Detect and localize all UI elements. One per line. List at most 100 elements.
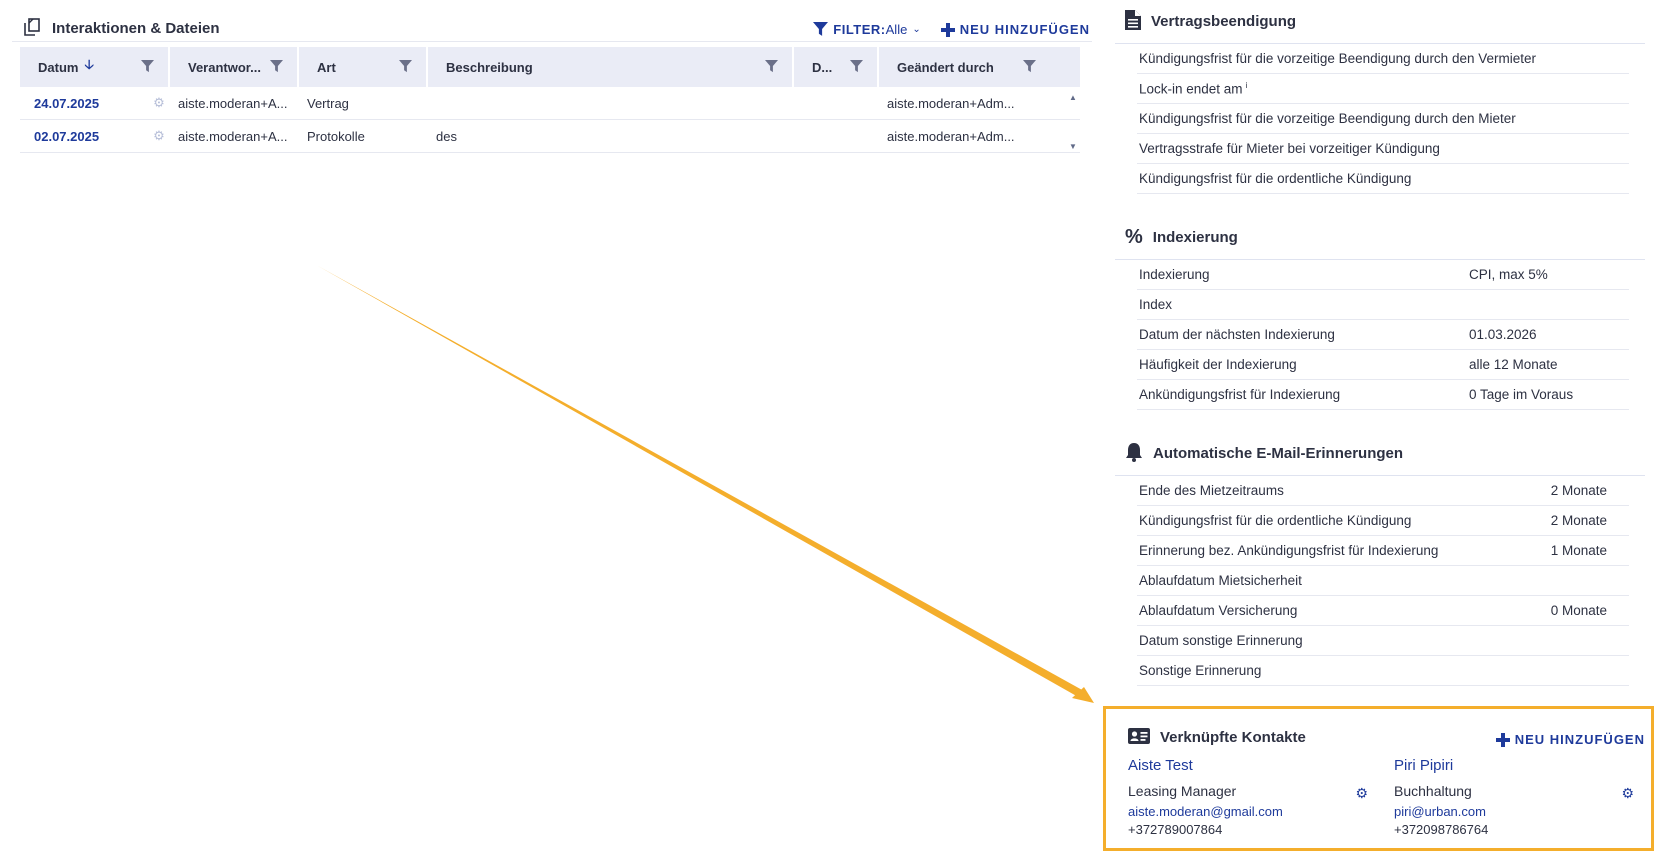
row-changed-by: aiste.moderan+Adm... xyxy=(887,95,1015,111)
column-type[interactable]: Art xyxy=(299,47,428,87)
item-label: Ablaufdatum Mietsicherheit xyxy=(1139,573,1302,588)
percent-icon: % xyxy=(1125,226,1143,248)
row-description: des xyxy=(436,128,457,144)
interactions-panel: Interaktionen & Dateien FILTER: Alle ⌄ NE… xyxy=(12,10,1092,153)
list-item: Sonstige Erinnerung xyxy=(1137,656,1629,686)
list-item: Häufigkeit der Indexierung alle 12 Monate xyxy=(1137,350,1629,380)
add-contact-button[interactable]: NEU HINZUFÜGEN xyxy=(1495,732,1645,747)
indexation-header: % Indexierung xyxy=(1115,216,1645,260)
sort-arrow-down-icon[interactable]: 🡣 xyxy=(84,56,93,78)
table-header: Datum 🡣 Verantwor... Art Beschreibung D.… xyxy=(20,47,1080,87)
list-item: Index xyxy=(1137,290,1629,320)
contact-email[interactable]: aiste.moderan@gmail.com xyxy=(1128,804,1368,822)
termination-header: Vertragsbeendigung xyxy=(1115,0,1645,44)
item-label: Kündigungsfrist für die ordentliche Künd… xyxy=(1139,171,1412,186)
item-value: 1 Monate xyxy=(1550,543,1607,558)
list-item: Kündigungsfrist für die vorzeitige Beend… xyxy=(1137,104,1629,134)
termination-title: Vertragsbeendigung xyxy=(1151,13,1297,30)
column-label: Beschreibung xyxy=(446,59,533,75)
row-settings-icon[interactable]: ⚙ xyxy=(140,128,170,144)
item-label: Ende des Mietzeitraums xyxy=(1139,483,1284,498)
row-date[interactable]: 02.07.2025 xyxy=(20,129,140,144)
item-value: 2 Monate xyxy=(1550,483,1607,498)
row-settings-icon[interactable]: ⚙ xyxy=(140,95,170,111)
interactions-title-text: Interaktionen & Dateien xyxy=(52,20,220,37)
column-label: Geändert durch xyxy=(897,59,994,75)
filter-button[interactable]: FILTER: Alle ⌄ xyxy=(813,22,921,37)
item-label: Ablaufdatum Versicherung xyxy=(1139,603,1298,618)
item-label: Kündigungsfrist für die vorzeitige Beend… xyxy=(1139,111,1516,126)
filter-value: Alle xyxy=(885,22,908,37)
item-label: Datum der nächsten Indexierung xyxy=(1139,327,1335,342)
row-responsible: aiste.moderan+A... xyxy=(178,128,288,144)
contact-role: Buchhaltung xyxy=(1394,783,1472,799)
contact-name[interactable]: Aiste Test xyxy=(1128,757,1368,779)
filter-label: FILTER: xyxy=(833,22,886,37)
termination-list: Kündigungsfrist für die vorzeitige Beend… xyxy=(1115,44,1645,194)
item-label: Sonstige Erinnerung xyxy=(1139,663,1262,678)
list-item: Ende des Mietzeitraums 2 Monate xyxy=(1137,476,1629,506)
column-description[interactable]: Beschreibung xyxy=(428,47,794,87)
info-icon[interactable]: i xyxy=(1246,81,1248,90)
item-label: Häufigkeit der Indexierung xyxy=(1139,357,1297,372)
interactions-table: Datum 🡣 Verantwor... Art Beschreibung D.… xyxy=(20,47,1080,153)
contact-role: Leasing Manager xyxy=(1128,783,1237,799)
item-label: Erinnerung bez. Ankündigungsfrist für In… xyxy=(1139,543,1439,558)
column-filter-icon[interactable] xyxy=(850,60,863,76)
column-filter-icon[interactable] xyxy=(399,60,412,76)
arrow-head xyxy=(1072,687,1094,703)
contacts-title: Verknüpfte Kontakte xyxy=(1160,729,1306,746)
contact-card-icon xyxy=(1128,728,1150,747)
contact-name[interactable]: Piri Pipiri xyxy=(1394,757,1634,779)
scroll-down-arrow[interactable]: ▼ xyxy=(1066,142,1080,151)
column-label: Datum xyxy=(38,59,79,75)
item-label: Indexierung xyxy=(1139,267,1210,282)
row-date[interactable]: 24.07.2025 xyxy=(20,96,140,111)
item-value: 0 Tage im Voraus xyxy=(1469,387,1574,402)
list-item: Erinnerung bez. Ankündigungsfrist für In… xyxy=(1137,536,1629,566)
item-label: Ankündigungsfrist für Indexierung xyxy=(1139,387,1341,402)
plus-icon xyxy=(940,22,955,37)
add-label: NEU HINZUFÜGEN xyxy=(959,22,1090,37)
column-filter-icon[interactable] xyxy=(1023,60,1036,76)
add-contact-label: NEU HINZUFÜGEN xyxy=(1514,732,1645,747)
list-item: Kündigungsfrist für die ordentliche Künd… xyxy=(1137,164,1629,194)
bell-icon xyxy=(1125,442,1143,465)
add-interaction-button[interactable]: NEU HINZUFÜGEN xyxy=(940,22,1090,37)
column-filter-icon[interactable] xyxy=(141,60,154,76)
list-item: Kündigungsfrist für die ordentliche Künd… xyxy=(1137,506,1629,536)
gear-icon[interactable]: ⚙ xyxy=(1621,785,1634,802)
table-row[interactable]: 02.07.2025 ⚙ aiste.moderan+A... Protokol… xyxy=(20,120,1080,153)
column-filter-icon[interactable] xyxy=(270,60,283,76)
item-value: 0 Monate xyxy=(1550,603,1607,618)
contacts-header: Verknüpfte Kontakte xyxy=(1128,728,1306,747)
item-label: Kündigungsfrist für die ordentliche Künd… xyxy=(1139,513,1412,528)
copy-files-icon xyxy=(22,17,42,40)
column-filter-icon[interactable] xyxy=(765,60,778,76)
item-label: Lock-in endet am xyxy=(1139,81,1243,97)
contact-email[interactable]: piri@urban.com xyxy=(1394,804,1634,822)
table-row[interactable]: 24.07.2025 ⚙ aiste.moderan+A... Vertrag … xyxy=(20,87,1080,120)
contact-phone: +372789007864 xyxy=(1128,822,1223,837)
item-value: alle 12 Monate xyxy=(1469,357,1558,372)
list-item: Ankündigungsfrist für Indexierung 0 Tage … xyxy=(1137,380,1629,410)
chevron-down-icon: ⌄ xyxy=(912,24,921,35)
column-label: Verantwor... xyxy=(188,59,261,75)
reminders-list: Ende des Mietzeitraums 2 Monate Kündigung… xyxy=(1115,476,1645,686)
row-type: Vertrag xyxy=(307,95,349,111)
column-date[interactable]: Datum 🡣 xyxy=(20,47,170,87)
interactions-title: Interaktionen & Dateien xyxy=(22,17,220,40)
gear-icon[interactable]: ⚙ xyxy=(1355,785,1368,802)
row-type: Protokolle xyxy=(307,128,365,144)
column-changed-by[interactable]: Geändert durch xyxy=(879,47,1050,87)
list-item: Ablaufdatum Mietsicherheit xyxy=(1137,566,1629,596)
column-d[interactable]: D... xyxy=(794,47,879,87)
contact-card: Aiste Test Leasing Manager aiste.moderan… xyxy=(1128,757,1368,840)
list-item: Ablaufdatum Versicherung 0 Monate xyxy=(1137,596,1629,626)
scroll-up-arrow[interactable]: ▲ xyxy=(1066,93,1080,102)
row-responsible: aiste.moderan+A... xyxy=(178,95,288,111)
item-value: 2 Monate xyxy=(1550,513,1607,528)
list-item: Datum der nächsten Indexierung 01.03.2026 xyxy=(1137,320,1629,350)
row-changed-by: aiste.moderan+Adm... xyxy=(887,128,1015,144)
column-responsible[interactable]: Verantwor... xyxy=(170,47,299,87)
